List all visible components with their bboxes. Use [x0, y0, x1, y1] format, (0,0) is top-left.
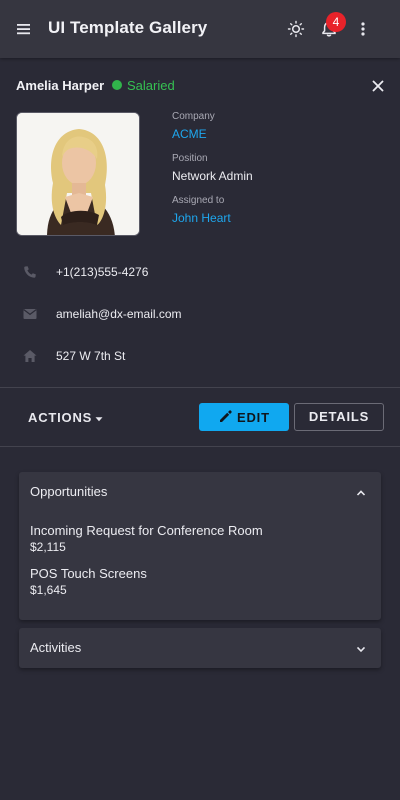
list-item[interactable]: POS Touch Screens — [30, 566, 147, 581]
details-button[interactable]: DETAILS — [294, 403, 384, 431]
position-label: Position — [172, 153, 208, 164]
assigned-link[interactable]: John Heart — [172, 211, 231, 225]
company-link[interactable]: ACME — [172, 127, 207, 141]
opportunities-panel: Opportunities Incoming Request for Confe… — [19, 472, 381, 620]
actions-dropdown-button[interactable]: ACTIONS — [28, 410, 92, 426]
position-value: Network Admin — [172, 169, 253, 183]
email-address: ameliah@dx-email.com — [56, 307, 182, 321]
more-vert-icon[interactable] — [353, 19, 373, 39]
list-item[interactable]: Incoming Request for Conference Room — [30, 523, 263, 538]
edit-button-label: EDIT — [237, 410, 270, 425]
edit-button[interactable]: EDIT — [199, 403, 289, 431]
activities-title[interactable]: Activities — [30, 640, 81, 655]
opportunity-amount: $1,645 — [30, 583, 67, 597]
status-dot — [112, 80, 122, 90]
opportunities-title[interactable]: Opportunities — [30, 484, 107, 499]
company-label: Company — [172, 111, 215, 122]
close-icon[interactable] — [369, 77, 387, 95]
pencil-icon — [219, 410, 232, 423]
notification-badge: 4 — [326, 12, 346, 32]
caret-down-icon[interactable] — [93, 412, 105, 424]
divider-top — [0, 387, 400, 388]
phone-number: +1(213)555-4276 — [56, 265, 149, 279]
address: 527 W 7th St — [56, 349, 126, 363]
email-icon — [22, 306, 38, 322]
assigned-label: Assigned to — [172, 195, 225, 206]
app-header: UI Template Gallery 4 — [0, 0, 400, 58]
sun-icon[interactable] — [286, 19, 306, 39]
phone-icon — [22, 264, 38, 280]
home-icon — [22, 348, 38, 364]
contact-name: Amelia Harper — [16, 78, 105, 93]
divider-bottom — [0, 446, 400, 447]
app-title: UI Template Gallery — [48, 18, 208, 37]
chevron-up-icon[interactable] — [355, 486, 367, 498]
contact-photo — [16, 112, 140, 236]
menu-icon[interactable] — [14, 19, 34, 39]
activities-panel[interactable]: Activities — [19, 628, 381, 668]
chevron-down-icon[interactable] — [355, 642, 367, 654]
status-badge: Salaried — [127, 78, 175, 93]
opportunity-amount: $2,115 — [30, 540, 66, 554]
